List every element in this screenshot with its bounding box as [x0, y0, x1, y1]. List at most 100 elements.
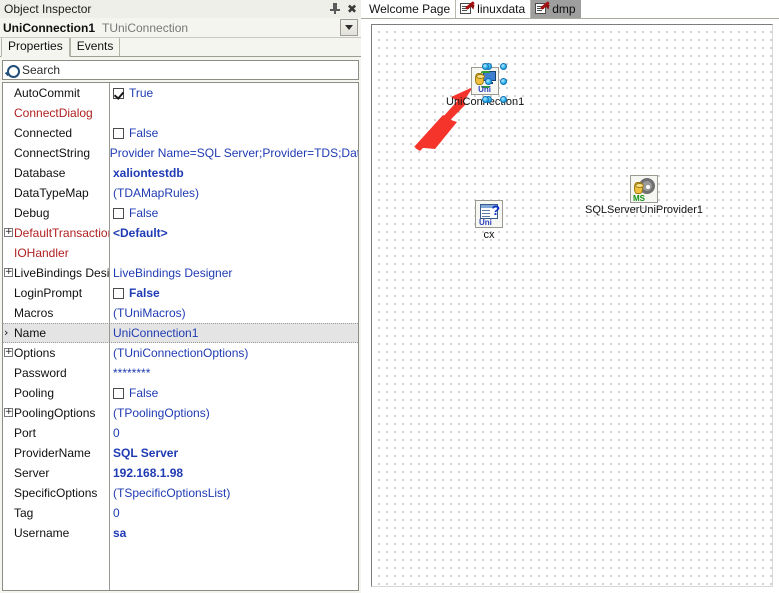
editor-tab-label: linuxdata [477, 1, 526, 16]
expand-plus-icon[interactable]: + [4, 228, 13, 237]
property-value[interactable]: SQL Server [109, 446, 358, 460]
object-selector-bar[interactable]: UniConnection1 TUniConnection [0, 18, 361, 38]
property-value[interactable]: xaliontestdb [109, 166, 358, 180]
property-row[interactable]: IOHandler [3, 243, 358, 263]
property-row[interactable]: ConnectDialog [3, 103, 358, 123]
property-row[interactable]: Password ******** [3, 363, 358, 383]
expand-plus-icon[interactable]: + [4, 408, 13, 417]
property-row[interactable]: Server 192.168.1.98 [3, 463, 358, 483]
form-designer-canvas[interactable]: UniUniConnection1 ?Unicx MSSQLServerUniPro… [371, 24, 773, 587]
property-name: Password [14, 366, 67, 380]
property-value[interactable]: (TPoolingOptions) [109, 406, 358, 420]
property-row[interactable]: ConnectString Provider Name=SQL Server;Pr… [3, 143, 358, 163]
editor-area: Welcome Page linuxdata dmp UniUniConnectio… [361, 0, 779, 593]
property-value[interactable]: (TUniMacros) [109, 306, 358, 320]
tab-properties[interactable]: Properties [1, 38, 70, 57]
checkbox-checked-icon[interactable] [113, 87, 124, 99]
object-inspector-panel: Object Inspector ✖ UniConnection1 TUniCo… [0, 0, 361, 593]
property-value[interactable]: (TUniConnectionOptions) [109, 346, 358, 360]
property-row[interactable]: LoginPrompt False [3, 283, 358, 303]
designer-component-cx[interactable]: ? Uni cx [475, 200, 503, 241]
property-value[interactable]: False [109, 386, 358, 400]
property-row[interactable]: +LiveBindings DesignerLiveBindings Desig… [3, 263, 358, 283]
editor-tabbar: Welcome Page linuxdata dmp [361, 0, 779, 19]
property-value[interactable]: True [109, 86, 358, 100]
property-row[interactable]: Database xaliontestdb [3, 163, 358, 183]
property-name: Pooling [14, 386, 55, 400]
property-name: ProviderName [14, 446, 91, 460]
property-value-text: True [129, 86, 154, 100]
property-row[interactable]: + Options (TUniConnectionOptions) [3, 343, 358, 363]
property-row[interactable]: ProviderName SQL Server [3, 443, 358, 463]
property-row[interactable]: Connected False [3, 123, 358, 143]
inspector-tabs: Properties Events [0, 38, 361, 57]
sqlserver-provider-icon[interactable]: MS [630, 175, 658, 203]
property-value[interactable]: 0 [109, 426, 358, 440]
property-row[interactable]: Debug False [3, 203, 358, 223]
property-value[interactable]: 192.168.1.98 [109, 466, 358, 480]
uniquery-icon[interactable]: ? Uni [475, 200, 503, 228]
search-input[interactable]: Search [20, 63, 60, 77]
property-name: Name [3, 326, 109, 340]
checkbox-unchecked-icon[interactable] [113, 127, 124, 139]
property-row[interactable]: › Name UniConnection1 [3, 323, 358, 343]
property-value[interactable]: 0 [109, 506, 358, 520]
property-row[interactable]: + PoolingOptions (TPoolingOptions) [3, 403, 358, 423]
form-designer-icon [460, 0, 477, 15]
property-value[interactable]: <Default> [109, 226, 358, 240]
property-grid-splitter[interactable] [109, 83, 110, 590]
property-row[interactable]: Pooling False [3, 383, 358, 403]
designer-component-provider[interactable]: MS SQLServerUniProvider1 [585, 175, 703, 216]
designer-component-label: SQLServerUniProvider1 [585, 204, 703, 216]
property-value-text: False [129, 386, 159, 400]
property-value[interactable]: False [109, 286, 358, 300]
row-selected-marker-icon: › [4, 326, 9, 339]
property-name: Connected [14, 126, 73, 140]
property-value[interactable]: sa [109, 526, 358, 540]
tab-events[interactable]: Events [69, 38, 121, 56]
property-value[interactable]: ******** [109, 366, 358, 380]
resize-handle[interactable] [500, 63, 508, 70]
property-name: LiveBindings Designer [14, 266, 109, 280]
editor-tab[interactable]: linuxdata [456, 0, 532, 18]
expand-plus-icon[interactable]: + [4, 348, 13, 357]
property-row[interactable]: Tag 0 [3, 503, 358, 523]
property-name: DefaultTransaction [14, 226, 109, 240]
property-value[interactable]: (TDAMapRules) [109, 186, 358, 200]
search-box[interactable]: Search [2, 60, 359, 80]
property-row[interactable]: Macros (TUniMacros) [3, 303, 358, 323]
property-row[interactable]: AutoCommit True [3, 83, 358, 103]
property-value[interactable]: LiveBindings Designer [109, 266, 358, 280]
close-icon[interactable]: ✖ [347, 3, 357, 15]
expand-plus-icon[interactable]: + [4, 268, 13, 277]
property-value[interactable]: (TSpecificOptionsList) [109, 486, 358, 500]
checkbox-unchecked-icon[interactable] [113, 207, 124, 219]
checkbox-unchecked-icon[interactable] [113, 387, 124, 399]
pin-icon[interactable] [330, 3, 340, 15]
property-row[interactable]: Port 0 [3, 423, 358, 443]
property-name: DataTypeMap [14, 186, 89, 200]
property-grid-wrapper: AutoCommit True ConnectDialog Connected Fals… [2, 82, 359, 591]
resize-handle[interactable] [500, 78, 508, 85]
property-value[interactable]: False [109, 126, 358, 140]
property-name: Debug [14, 206, 50, 220]
property-name: IOHandler [14, 246, 69, 260]
editor-tab[interactable]: Welcome Page [365, 0, 457, 18]
property-row[interactable]: + DefaultTransaction <Default> [3, 223, 358, 243]
property-value[interactable]: UniConnection1 [109, 326, 358, 340]
editor-tab[interactable]: dmp [531, 0, 581, 18]
property-row[interactable]: Username sa [3, 523, 358, 543]
object-inspector-titlebar: Object Inspector ✖ [0, 0, 361, 18]
selected-object-class: TUniConnection [102, 20, 189, 35]
object-selector-dropdown-button[interactable] [340, 19, 358, 36]
property-row[interactable]: SpecificOptions (TSpecificOptionsList) [3, 483, 358, 503]
property-value[interactable]: False [109, 206, 358, 220]
property-value[interactable]: Provider Name=SQL Server;Provider=TDS;Da… [106, 146, 358, 160]
checkbox-unchecked-icon[interactable] [113, 287, 124, 299]
resize-handle[interactable] [485, 78, 493, 85]
property-name: Tag [14, 506, 34, 520]
designer-component-uniconnection[interactable]: UniUniConnection1 [446, 63, 524, 108]
property-row[interactable]: DataTypeMap (TDAMapRules) [3, 183, 358, 203]
property-name: SpecificOptions [14, 486, 98, 500]
uniconnection-icon[interactable]: Uni [471, 63, 508, 103]
